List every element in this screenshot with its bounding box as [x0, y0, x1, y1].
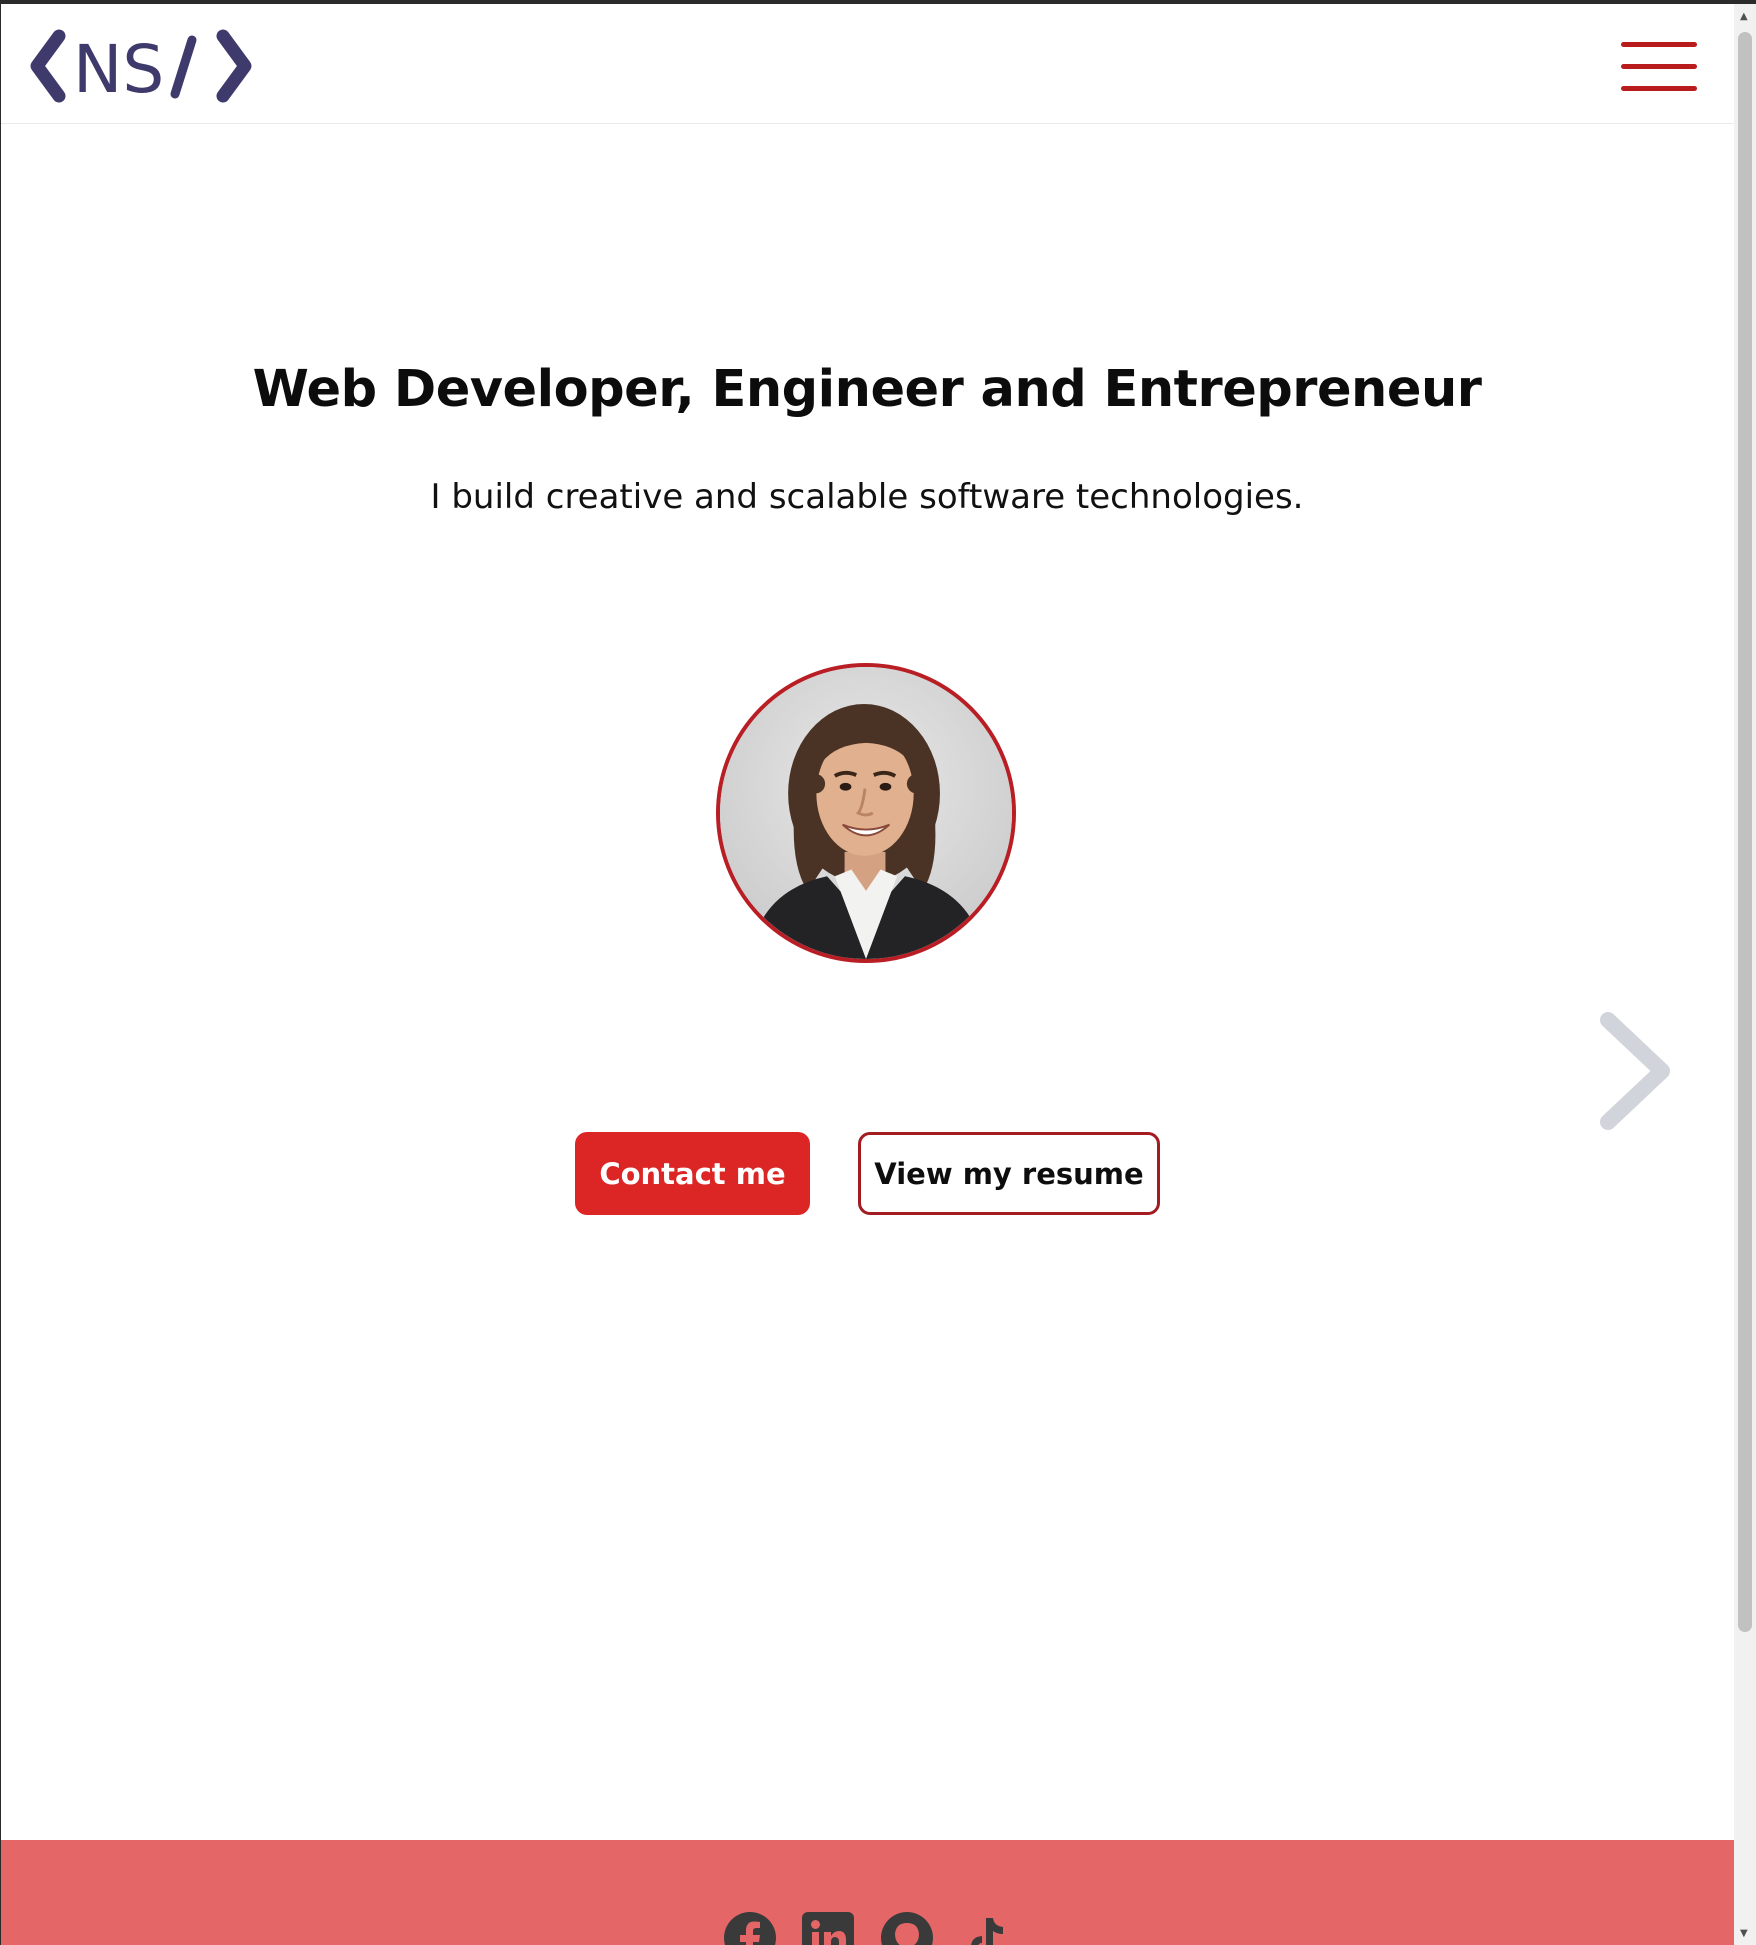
- tiktok-icon[interactable]: [959, 1912, 1011, 1945]
- window-left-border: [0, 4, 1, 1945]
- hamburger-icon[interactable]: [1621, 37, 1699, 95]
- hero-title: Web Developer, Engineer and Entrepreneur: [252, 360, 1482, 419]
- svg-text:NS: NS: [73, 31, 164, 106]
- menu-bar-middle: [1621, 64, 1697, 69]
- ns-logo-icon: NS: [30, 29, 252, 106]
- facebook-icon[interactable]: [724, 1912, 776, 1945]
- chevron-right-icon: [1600, 1012, 1670, 1130]
- page: NS Web Developer, Engineer and Entrepren…: [0, 0, 1756, 1945]
- view-resume-button[interactable]: View my resume: [858, 1132, 1160, 1215]
- site-header: NS: [1, 4, 1734, 124]
- tiktok-glyph: [971, 1918, 1003, 1945]
- contact-me-button[interactable]: Contact me: [575, 1132, 810, 1215]
- scroll-down-arrow-icon[interactable]: ▼: [1740, 1929, 1750, 1939]
- menu-bar-top: [1621, 42, 1697, 47]
- facebook-glyph: [740, 1921, 760, 1945]
- profile-avatar: [716, 663, 1016, 963]
- profile-photo-illustration: [720, 667, 1012, 959]
- scrollbar-thumb[interactable]: [1738, 32, 1752, 1632]
- menu-bar-bottom: [1621, 86, 1697, 91]
- logo-link[interactable]: NS: [29, 26, 261, 106]
- github-glyph: [895, 1923, 919, 1945]
- scroll-up-arrow-icon[interactable]: ▲: [1740, 12, 1750, 22]
- carousel-next-button[interactable]: [1590, 1006, 1680, 1136]
- site-footer: [1, 1840, 1734, 1945]
- linkedin-icon[interactable]: [802, 1912, 854, 1945]
- page-scrollbar[interactable]: ▲ ▼: [1734, 4, 1756, 1945]
- hero-subtitle: I build creative and scalable software t…: [430, 477, 1304, 517]
- linkedin-glyph: [811, 1920, 846, 1945]
- github-icon[interactable]: [881, 1912, 933, 1945]
